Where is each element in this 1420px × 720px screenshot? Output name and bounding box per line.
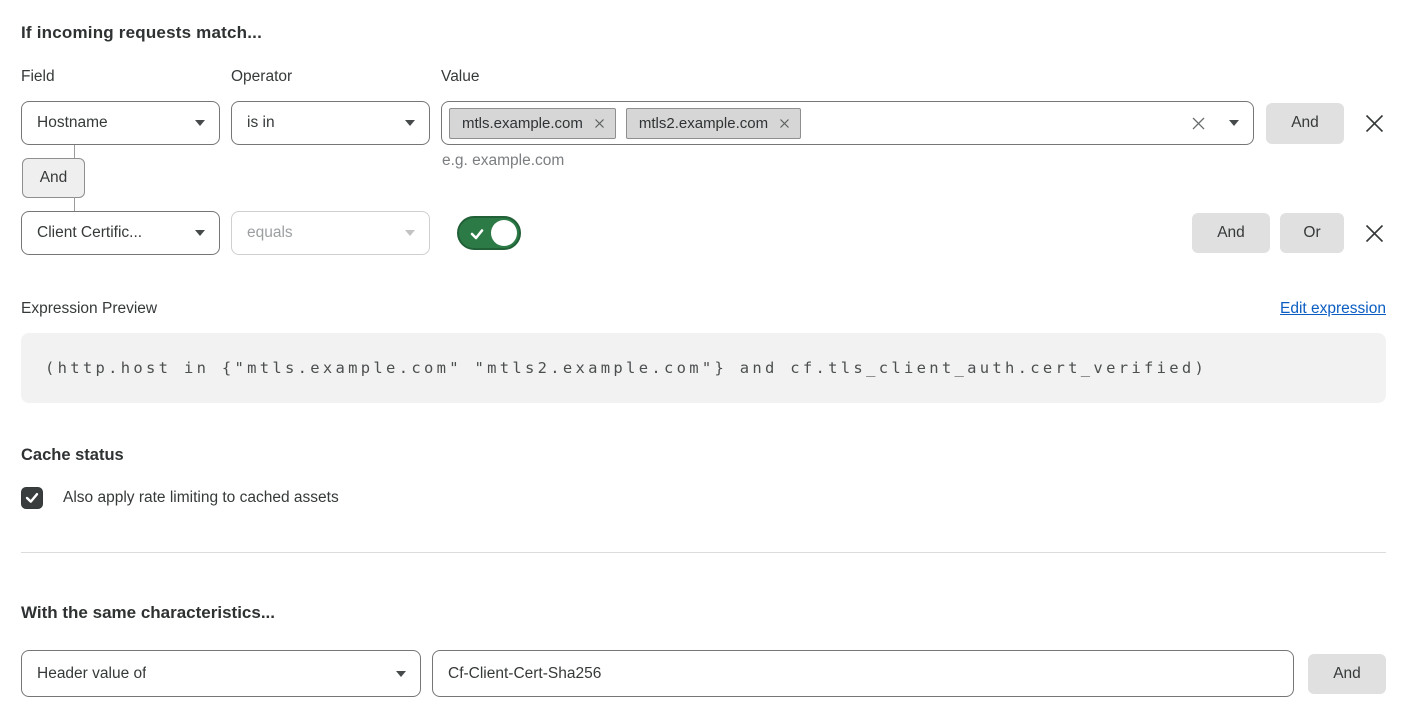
- chevron-down-icon: [405, 120, 415, 126]
- add-characteristic-button[interactable]: And: [1308, 654, 1386, 694]
- value-box-controls: [1191, 116, 1239, 131]
- row-connector: And: [21, 145, 1386, 211]
- expression-preview-label: Expression Preview: [21, 300, 157, 318]
- cache-status-title: Cache status: [21, 446, 1386, 465]
- characteristic-select-value: Header value of: [37, 665, 146, 683]
- chevron-down-icon: [405, 230, 415, 236]
- value-tag-label: mtls2.example.com: [639, 115, 768, 132]
- value-column-label: Value: [441, 68, 480, 86]
- add-and-condition-button-row1[interactable]: And: [1266, 103, 1344, 144]
- expression-code: (http.host in {"mtls.example.com" "mtls2…: [45, 359, 1207, 377]
- edit-expression-link[interactable]: Edit expression: [1280, 300, 1386, 318]
- section-divider: [21, 552, 1386, 553]
- chevron-down-icon[interactable]: [1229, 120, 1239, 126]
- checkmark-icon: [470, 227, 484, 245]
- operator-column-label: Operator: [231, 68, 441, 86]
- rate-limiting-rule-form: If incoming requests match... Field Oper…: [0, 0, 1420, 697]
- row2-actions: And Or: [1192, 213, 1386, 253]
- add-or-condition-button-row2[interactable]: Or: [1280, 213, 1344, 253]
- cache-checkbox-row: Also apply rate limiting to cached asset…: [21, 487, 1386, 509]
- value-multiselect-row1[interactable]: mtls.example.com mtls2.example.com: [441, 101, 1254, 145]
- connector-line: [74, 197, 75, 211]
- add-and-condition-button-row2[interactable]: And: [1192, 213, 1270, 253]
- field-select-value: Client Certific...: [37, 224, 142, 242]
- chevron-down-icon: [396, 671, 406, 677]
- clear-values-icon[interactable]: [1191, 116, 1206, 131]
- cached-assets-checkbox[interactable]: [21, 487, 43, 509]
- operator-select-value: is in: [247, 114, 275, 132]
- field-column-label: Field: [21, 68, 231, 86]
- value-tag-label: mtls.example.com: [462, 115, 583, 132]
- connector-and-button[interactable]: And: [22, 158, 85, 198]
- field-select-row1[interactable]: Hostname: [21, 101, 220, 145]
- boolean-value-toggle[interactable]: [457, 216, 521, 250]
- connector-line: [74, 145, 75, 159]
- operator-select-row1[interactable]: is in: [231, 101, 430, 145]
- value-tag: mtls2.example.com: [626, 108, 801, 139]
- chevron-down-icon: [195, 120, 205, 126]
- value-tag: mtls.example.com: [449, 108, 616, 139]
- delete-row-icon[interactable]: [1362, 221, 1386, 245]
- remove-tag-icon[interactable]: [594, 118, 605, 129]
- operator-select-row2-disabled: equals: [231, 211, 430, 255]
- section-title-incoming-requests: If incoming requests match...: [21, 23, 1386, 43]
- column-labels: Field Operator Value: [21, 68, 1386, 86]
- operator-select-value: equals: [247, 224, 293, 242]
- expression-preview-header: Expression Preview Edit expression: [21, 300, 1386, 318]
- remove-tag-icon[interactable]: [779, 118, 790, 129]
- characteristic-select[interactable]: Header value of: [21, 650, 421, 697]
- delete-row-icon[interactable]: [1362, 111, 1386, 135]
- header-name-input[interactable]: [432, 650, 1294, 697]
- field-select-row2[interactable]: Client Certific...: [21, 211, 220, 255]
- field-select-value: Hostname: [37, 114, 108, 132]
- characteristics-row: Header value of And: [21, 650, 1386, 697]
- rule-row-2: Client Certific... equals And Or: [21, 211, 1386, 255]
- expression-code-block: (http.host in {"mtls.example.com" "mtls2…: [21, 333, 1386, 403]
- characteristics-title: With the same characteristics...: [21, 603, 1386, 623]
- value-column-row1: mtls.example.com mtls2.example.com: [441, 101, 1254, 145]
- toggle-knob: [491, 220, 517, 246]
- chevron-down-icon: [195, 230, 205, 236]
- rule-row-1: Hostname is in mtls.example.com mtls2.ex…: [21, 101, 1386, 145]
- cached-assets-checkbox-label: Also apply rate limiting to cached asset…: [63, 489, 339, 507]
